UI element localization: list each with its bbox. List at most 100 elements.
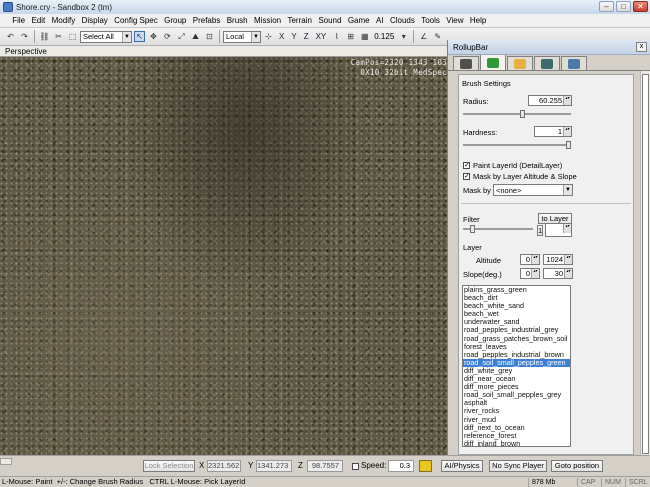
menu-config-spec[interactable]: Config Spec: [111, 16, 161, 25]
y-coordinate-field[interactable]: 1341.273: [256, 460, 292, 472]
rollup-scrollbar[interactable]: [640, 71, 650, 455]
link-icon[interactable]: ⛓: [39, 31, 50, 42]
tab-objects[interactable]: [453, 56, 479, 70]
menu-clouds[interactable]: Clouds: [387, 16, 418, 25]
cursor-icon[interactable]: ↖: [134, 31, 145, 42]
z-label: Z: [298, 461, 303, 470]
menu-game[interactable]: Game: [345, 16, 373, 25]
menu-ai[interactable]: AI: [373, 16, 387, 25]
slope-max-spinner[interactable]: 30: [543, 268, 573, 279]
snap-icon[interactable]: ⊞: [345, 31, 356, 42]
viewport-label[interactable]: Perspective: [5, 47, 47, 56]
scroll-indicator: SCRL: [625, 478, 649, 487]
unlink-icon[interactable]: ✂: [53, 31, 64, 42]
selection-filter-select[interactable]: Select All ▼: [80, 30, 132, 43]
rollup-title-bar: RollupBar x: [448, 40, 650, 55]
layer-list[interactable]: plains_grass_green beach_dirt beach_whit…: [462, 285, 571, 447]
menu-edit[interactable]: Edit: [28, 16, 48, 25]
rollup-scrollbar-thumb[interactable]: [642, 74, 649, 454]
menu-modify[interactable]: Modify: [48, 16, 78, 25]
menu-view[interactable]: View: [443, 16, 467, 25]
angle-snap-icon[interactable]: ∠: [418, 31, 429, 42]
monitor-icon: [541, 58, 553, 69]
z-coordinate-field[interactable]: 98.7557: [307, 460, 343, 472]
mask-by-select[interactable]: <none> ▼: [493, 184, 573, 196]
goto-position-button[interactable]: Goto position: [551, 460, 603, 472]
axis-x-button[interactable]: X: [276, 32, 287, 41]
speed-checkbox[interactable]: [352, 463, 359, 470]
speed-spinner[interactable]: 0.3: [388, 460, 414, 472]
filter-count[interactable]: 1: [537, 225, 543, 236]
radius-slider-track[interactable]: [463, 113, 571, 115]
pencil-icon[interactable]: ✎: [432, 31, 443, 42]
paint-layer-checkbox[interactable]: ✓: [463, 162, 470, 169]
hardness-slider-track[interactable]: [463, 144, 571, 146]
terrain-snap-icon[interactable]: ⛰: [190, 31, 201, 42]
objects-icon: [460, 58, 472, 69]
redo-icon[interactable]: ↷: [19, 31, 30, 42]
altitude-min-spinner[interactable]: 0: [520, 254, 540, 265]
camera-position-text: CamPos=2320 1343 103: [350, 58, 447, 67]
maximize-button[interactable]: □: [616, 1, 631, 12]
speed-icon[interactable]: [419, 460, 432, 472]
viewport-header: Perspective: [0, 46, 447, 57]
status-bar: L-Mouse: Paint +/-: Change Brush Radius …: [0, 476, 650, 487]
filter-slider-thumb[interactable]: [469, 225, 475, 233]
align-icon[interactable]: ⊡: [204, 31, 215, 42]
caps-indicator: CAP: [577, 478, 598, 487]
memory-indicator: 878 Mb: [528, 478, 573, 487]
grid-size-chevron-icon[interactable]: ▾: [398, 31, 409, 42]
menu-tools[interactable]: Tools: [418, 16, 443, 25]
undo-icon[interactable]: ↶: [5, 31, 16, 42]
ref-coord-select[interactable]: Local ▼: [223, 30, 261, 43]
axis-y-button[interactable]: Y: [288, 32, 299, 41]
grid-icon[interactable]: ▦: [359, 31, 370, 42]
viewport-hscroll[interactable]: [0, 458, 12, 465]
x-coordinate-field[interactable]: 2321.562: [207, 460, 241, 472]
scale-icon[interactable]: ⤢: [176, 31, 187, 42]
menu-help[interactable]: Help: [467, 16, 490, 25]
window-title: Shore.cry - Sandbox 2 (tm): [16, 2, 113, 12]
hardness-slider-thumb[interactable]: [566, 141, 571, 149]
lock-selection-button[interactable]: Lock Selection: [143, 460, 195, 472]
grid-size-value[interactable]: 0.125: [372, 32, 396, 41]
menu-sound[interactable]: Sound: [315, 16, 345, 25]
axis-z-button[interactable]: Z: [301, 32, 312, 41]
menu-prefabs[interactable]: Prefabs: [190, 16, 224, 25]
tab-layers[interactable]: [561, 56, 587, 70]
menu-group[interactable]: Group: [161, 16, 190, 25]
menu-bar: File Edit Modify Display Config Spec Gro…: [0, 14, 650, 28]
altitude-max-spinner[interactable]: 1024: [543, 254, 573, 265]
rotate-icon[interactable]: ⟳: [162, 31, 173, 42]
radius-slider-thumb[interactable]: [519, 110, 525, 118]
follow-terrain-icon[interactable]: ⌇: [331, 31, 342, 42]
rollup-close-button[interactable]: x: [636, 42, 647, 52]
axis-xy-button[interactable]: XY: [313, 32, 330, 41]
camera-info: CamPos=2320 1343 103 0X10 32bit MedSpec: [351, 58, 447, 78]
menu-terrain[interactable]: Terrain: [284, 16, 315, 25]
render-info-text: 0X10 32bit MedSpec: [360, 68, 447, 77]
close-button[interactable]: ✕: [633, 1, 648, 12]
menu-file[interactable]: File: [9, 16, 28, 25]
move-icon[interactable]: ✥: [148, 31, 159, 42]
menu-brush[interactable]: Brush: [224, 16, 251, 25]
slope-min-spinner[interactable]: 0: [520, 268, 540, 279]
radius-spinner[interactable]: 60.255: [528, 95, 572, 106]
tab-display[interactable]: [534, 56, 560, 70]
tab-terrain[interactable]: [480, 54, 506, 70]
filter-value-box[interactable]: [545, 223, 572, 237]
axis-constraint-icon[interactable]: ⊹: [263, 31, 274, 42]
list-item[interactable]: diff_inland_brown: [463, 439, 570, 446]
menu-display[interactable]: Display: [78, 16, 111, 25]
ai-physics-button[interactable]: AI/Physics: [441, 460, 483, 472]
tab-modify[interactable]: [507, 56, 533, 70]
hardness-spinner[interactable]: 1: [534, 126, 572, 137]
coordinate-bar: Lock Selection X 2321.562 Y 1341.273 Z 9…: [0, 455, 650, 476]
mask-altitude-checkbox[interactable]: ✓: [463, 173, 470, 180]
menu-mission[interactable]: Mission: [251, 16, 285, 25]
minimize-button[interactable]: –: [599, 1, 614, 12]
select-tool-icon[interactable]: ⬚: [67, 31, 78, 42]
perspective-viewport[interactable]: CamPos=2320 1343 103 0X10 32bit MedSpec: [0, 57, 447, 455]
no-sync-player-button[interactable]: No Sync Player: [489, 460, 547, 472]
terrain-brush-panel: Brush Settings Radius: 60.255 Hardness: …: [458, 74, 634, 455]
